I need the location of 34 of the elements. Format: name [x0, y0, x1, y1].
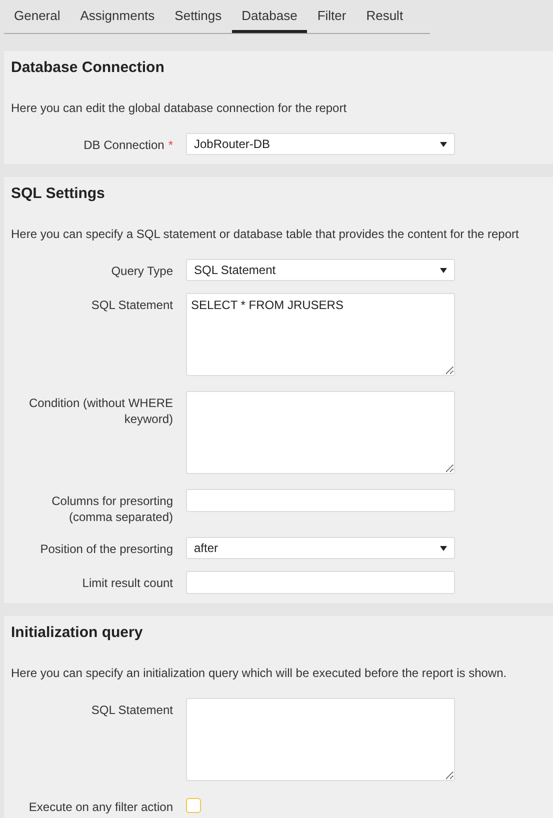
field-label: DB Connection	[84, 138, 164, 152]
text-area[interactable]	[186, 698, 455, 781]
field-label: Columns for presorting (comma separated)	[52, 494, 173, 524]
field-label: Condition (without WHERE keyword)	[28, 396, 173, 426]
section-description: Here you can edit the global database connection for the report	[11, 100, 348, 116]
field-label: SQL Statement	[91, 298, 173, 312]
field-label: Query Type	[111, 264, 173, 278]
text-area[interactable]	[186, 391, 455, 474]
tab[interactable]: Assignments	[70, 0, 165, 33]
checkbox[interactable]	[186, 798, 201, 813]
field-label: Limit result count	[82, 576, 173, 590]
section-description: Here you can specify a SQL statement or database table that provides the content for the report	[11, 226, 520, 242]
section-title: Initialization query	[11, 624, 144, 642]
tab[interactable]: Settings	[164, 0, 232, 33]
tab[interactable]: Filter	[307, 0, 356, 33]
section-title: Database Connection	[11, 59, 166, 77]
section-title: SQL Settings	[11, 185, 106, 203]
field-label: SQL Statement	[91, 703, 173, 717]
tab[interactable]: Database	[232, 0, 308, 33]
tab[interactable]: General	[4, 0, 70, 33]
tab[interactable]: Result	[356, 0, 414, 33]
caret-icon	[440, 546, 447, 550]
input-field[interactable]	[186, 489, 455, 512]
field-label: Position of the presorting	[40, 542, 173, 556]
dropdown[interactable]: JobRouter-DB	[186, 133, 455, 155]
caret-icon	[440, 268, 447, 272]
input-field[interactable]	[186, 571, 455, 594]
dropdown[interactable]: SQL Statement	[186, 259, 455, 281]
required-asterisk: *	[168, 138, 173, 152]
caret-icon	[440, 142, 447, 146]
field-label: Execute on any filter action	[28, 800, 173, 814]
section-description: Here you can specify an initialization query which will be executed before the report is shown.	[11, 665, 508, 681]
text-area[interactable]: SELECT * FROM JRUSERS	[186, 293, 455, 376]
dropdown[interactable]: after	[186, 537, 455, 559]
